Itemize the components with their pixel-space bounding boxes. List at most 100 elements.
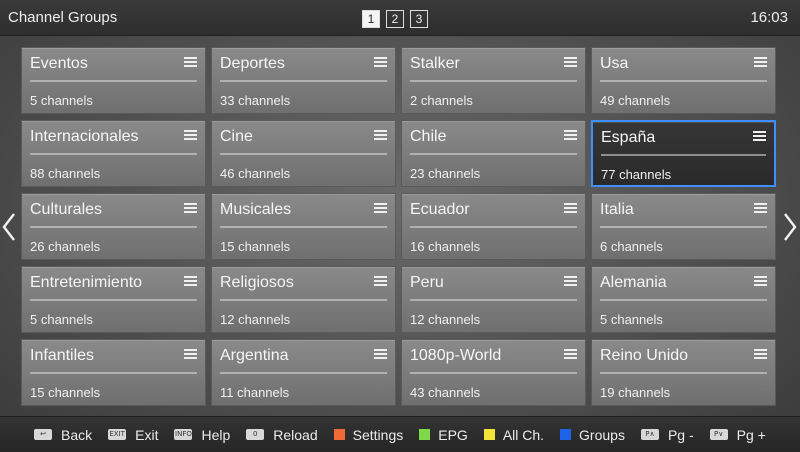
channel-group-tile[interactable]: Entretenimiento 5 channels — [21, 266, 206, 333]
list-icon — [184, 130, 197, 142]
help-hint[interactable]: INFO Help — [174, 427, 230, 443]
help-label: Help — [201, 426, 231, 443]
list-icon — [374, 203, 387, 215]
channel-group-tile[interactable]: Usa 49 channels — [591, 47, 776, 114]
channel-group-tile[interactable]: Ecuador 16 channels — [401, 193, 586, 260]
clock: 16:03 — [750, 9, 788, 26]
divider — [601, 154, 766, 156]
group-name: Infantiles — [30, 347, 95, 364]
groups-color-button-icon — [560, 429, 572, 440]
page-down-hint[interactable]: P∧ Pg - — [640, 427, 694, 443]
channel-group-tile[interactable]: España 77 channels — [591, 120, 776, 187]
channel-group-grid: Eventos 5 channels Deportes 33 channels Stal… — [21, 47, 776, 406]
channel-count: 88 channels — [30, 166, 101, 181]
list-icon — [184, 349, 197, 361]
channel-count: 43 channels — [410, 385, 481, 400]
list-icon — [184, 276, 197, 288]
channel-group-tile[interactable]: Deportes 33 channels — [211, 47, 396, 114]
list-icon — [374, 57, 387, 69]
channel-group-tile[interactable]: Italia 6 channels — [591, 193, 776, 260]
channel-count: 5 channels — [600, 312, 663, 327]
all-channels-hint[interactable]: All Ch. — [483, 427, 544, 443]
channel-group-tile[interactable]: Peru 12 channels — [401, 266, 586, 333]
divider — [220, 372, 387, 374]
channel-group-tile[interactable]: Alemania 5 channels — [591, 266, 776, 333]
page-down-key-icon: P∧ — [640, 429, 659, 440]
list-icon — [564, 349, 577, 361]
channel-group-tile[interactable]: Infantiles 15 channels — [21, 339, 206, 406]
reload-label: Reload — [273, 426, 318, 443]
chevron-left-icon[interactable] — [2, 212, 16, 242]
group-name: Italia — [600, 201, 634, 218]
channel-group-tile[interactable]: Chile 23 channels — [401, 120, 586, 187]
channel-count: 11 channels — [220, 385, 290, 400]
channel-group-tile[interactable]: 1080p-World 43 channels — [401, 339, 586, 406]
channel-group-tile[interactable]: Culturales 26 channels — [21, 193, 206, 260]
group-name: España — [601, 129, 656, 146]
list-icon — [184, 57, 197, 69]
reload-hint[interactable]: 0 Reload — [246, 426, 318, 443]
divider — [220, 80, 387, 82]
all-channels-color-button-icon — [483, 429, 495, 440]
list-icon — [754, 203, 767, 215]
list-icon — [754, 349, 767, 361]
page-button-3[interactable]: 3 — [410, 10, 428, 28]
channel-count: 23 channels — [410, 166, 481, 181]
group-name: Culturales — [30, 201, 103, 218]
page-indicator: 123 — [362, 10, 428, 28]
channel-group-tile[interactable]: Reino Unido 19 channels — [591, 339, 776, 406]
list-icon — [564, 276, 577, 288]
group-name: Peru — [410, 274, 444, 291]
page-up-hint[interactable]: P∨ Pg + — [709, 427, 766, 443]
channel-count: 33 channels — [220, 93, 291, 108]
settings-hint[interactable]: Settings — [333, 426, 404, 443]
group-name: Ecuador — [410, 201, 470, 218]
channel-group-tile[interactable]: Internacionales 88 channels — [21, 120, 206, 187]
back-label: Back — [61, 426, 93, 443]
exit-hint[interactable]: EXIT Exit — [108, 427, 158, 443]
channel-count: 77 channels — [601, 167, 672, 182]
epg-label: EPG — [438, 426, 468, 443]
epg-hint[interactable]: EPG — [419, 427, 468, 443]
group-name: Deportes — [220, 55, 285, 72]
channel-group-tile[interactable]: Religiosos 12 channels — [211, 266, 396, 333]
list-icon — [374, 349, 387, 361]
channel-count: 5 channels — [30, 93, 93, 108]
group-name: Internacionales — [30, 128, 139, 145]
epg-color-button-icon — [419, 429, 431, 440]
group-name: Usa — [600, 55, 629, 72]
divider — [410, 299, 577, 301]
channel-count: 15 channels — [30, 385, 101, 400]
channel-group-tile[interactable]: Musicales 15 channels — [211, 193, 396, 260]
page-up-key-icon: P∨ — [709, 429, 728, 440]
divider — [30, 80, 197, 82]
divider — [600, 299, 767, 301]
page-title: Channel Groups — [8, 9, 118, 26]
exit-key-icon: EXIT — [108, 429, 127, 440]
group-name: Eventos — [30, 55, 88, 72]
channel-group-tile[interactable]: Cine 46 channels — [211, 120, 396, 187]
group-name: Argentina — [220, 347, 289, 364]
group-name: 1080p-World — [410, 347, 502, 364]
channel-count: 15 channels — [220, 239, 291, 254]
page-button-1[interactable]: 1 — [362, 10, 380, 28]
divider — [600, 80, 767, 82]
group-name: Chile — [410, 128, 447, 145]
channel-count: 12 channels — [410, 312, 481, 327]
channel-count: 19 channels — [600, 385, 671, 400]
list-icon — [184, 203, 197, 215]
groups-hint[interactable]: Groups — [560, 427, 625, 443]
list-icon — [564, 130, 577, 142]
channel-group-tile[interactable]: Stalker 2 channels — [401, 47, 586, 114]
back-hint[interactable]: ↩ Back — [34, 427, 92, 443]
page-button-2[interactable]: 2 — [386, 10, 404, 28]
settings-label: Settings — [352, 426, 404, 443]
channel-count: 26 channels — [30, 239, 101, 254]
chevron-right-icon[interactable] — [783, 212, 797, 242]
divider — [220, 153, 387, 155]
channel-group-tile[interactable]: Eventos 5 channels — [21, 47, 206, 114]
channel-count: 49 channels — [600, 93, 671, 108]
divider — [410, 80, 577, 82]
help-key-icon: INFO — [174, 429, 193, 440]
channel-group-tile[interactable]: Argentina 11 channels — [211, 339, 396, 406]
